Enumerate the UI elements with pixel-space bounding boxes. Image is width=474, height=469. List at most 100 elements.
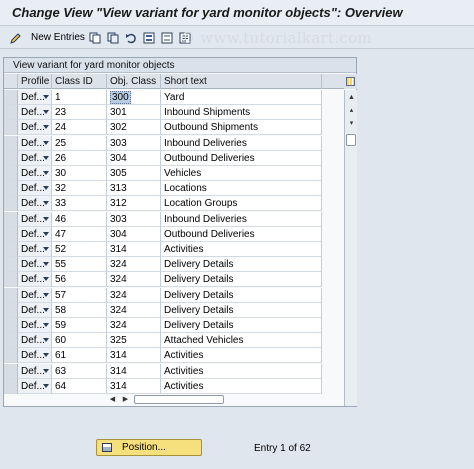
short-text-cell[interactable]: Delivery Details	[161, 302, 322, 318]
short-text-cell[interactable]: Inbound Deliveries	[161, 211, 322, 227]
row-selector[interactable]	[4, 90, 18, 105]
obj-class-cell[interactable]: 303	[107, 211, 161, 227]
edit-icon[interactable]	[9, 31, 23, 44]
row-selector[interactable]	[4, 226, 18, 242]
undo-icon[interactable]	[124, 31, 138, 44]
short-text-cell[interactable]: Inbound Deliveries	[161, 135, 322, 151]
class-id-cell[interactable]: 58	[52, 302, 107, 318]
column-header-short-text[interactable]: Short text	[161, 74, 322, 89]
profile-dropdown[interactable]: Def...	[18, 378, 52, 394]
class-id-cell[interactable]: 26	[52, 150, 107, 166]
table-row[interactable]: Def... 57 324 Delivery Details	[4, 287, 344, 303]
class-id-cell[interactable]: 23	[52, 105, 107, 121]
class-id-cell[interactable]: 25	[52, 135, 107, 151]
class-id-cell[interactable]: 1	[52, 90, 107, 105]
profile-dropdown[interactable]: Def...	[18, 318, 52, 333]
table-settings-icon[interactable]	[344, 74, 357, 89]
obj-class-cell[interactable]: 324	[107, 287, 161, 303]
scroll-right-icon[interactable]: ▶	[121, 394, 130, 405]
profile-dropdown[interactable]: Def...	[18, 287, 52, 303]
obj-class-cell[interactable]: 303	[107, 135, 161, 151]
short-text-cell[interactable]: Delivery Details	[161, 272, 322, 288]
profile-dropdown[interactable]: Def...	[18, 120, 52, 136]
profile-dropdown[interactable]: Def...	[18, 302, 52, 318]
column-header-obj-class[interactable]: Obj. Class	[107, 74, 161, 89]
class-id-cell[interactable]: 56	[52, 272, 107, 288]
row-selector[interactable]	[4, 150, 18, 166]
class-id-cell[interactable]: 32	[52, 181, 107, 197]
scroll-left-icon[interactable]: ◀	[108, 394, 117, 405]
class-id-cell[interactable]: 63	[52, 363, 107, 379]
profile-dropdown[interactable]: Def...	[18, 257, 52, 273]
table-row[interactable]: Def... 30 305 Vehicles	[4, 166, 344, 181]
row-selector[interactable]	[4, 211, 18, 227]
dropdown-arrow-icon[interactable]	[43, 155, 49, 160]
obj-class-cell[interactable]: 324	[107, 302, 161, 318]
short-text-cell[interactable]: Delivery Details	[161, 287, 322, 303]
obj-class-cell[interactable]: 304	[107, 150, 161, 166]
copy-as-icon[interactable]	[106, 31, 120, 44]
class-id-cell[interactable]: 61	[52, 348, 107, 364]
row-selector[interactable]	[4, 196, 18, 212]
row-selector[interactable]	[4, 348, 18, 364]
vertical-scrollbar[interactable]: ▲ ▴ ▾	[344, 90, 357, 406]
profile-dropdown[interactable]: Def...	[18, 226, 52, 242]
copy-icon[interactable]	[88, 31, 102, 44]
profile-dropdown[interactable]: Def...	[18, 333, 52, 349]
table-row[interactable]: Def... 55 324 Delivery Details	[4, 257, 344, 273]
row-selector[interactable]	[4, 120, 18, 136]
dropdown-arrow-icon[interactable]	[43, 186, 49, 191]
dropdown-arrow-icon[interactable]	[43, 368, 49, 373]
obj-class-cell[interactable]: 325	[107, 333, 161, 349]
dropdown-arrow-icon[interactable]	[43, 140, 49, 145]
obj-class-cell[interactable]: 314	[107, 378, 161, 394]
scroll-top-icon[interactable]: ▲	[347, 93, 356, 103]
table-row[interactable]: Def... 33 312 Location Groups	[4, 196, 344, 212]
row-selector[interactable]	[4, 166, 18, 181]
profile-dropdown[interactable]: Def...	[18, 166, 52, 181]
short-text-cell[interactable]: Outbound Shipments	[161, 120, 322, 136]
dropdown-arrow-icon[interactable]	[43, 247, 49, 251]
table-row[interactable]: Def... 58 324 Delivery Details	[4, 302, 344, 318]
table-row[interactable]: Def... 59 324 Delivery Details	[4, 318, 344, 333]
profile-dropdown[interactable]: Def...	[18, 90, 52, 105]
row-selector[interactable]	[4, 181, 18, 197]
profile-dropdown[interactable]: Def...	[18, 242, 52, 257]
short-text-cell[interactable]: Activities	[161, 348, 322, 364]
profile-dropdown[interactable]: Def...	[18, 196, 52, 212]
short-text-cell[interactable]: Inbound Shipments	[161, 105, 322, 121]
profile-dropdown[interactable]: Def...	[18, 105, 52, 121]
row-selector[interactable]	[4, 135, 18, 151]
dropdown-arrow-icon[interactable]	[43, 110, 49, 115]
dropdown-arrow-icon[interactable]	[43, 292, 49, 297]
horizontal-scrollbar[interactable]: ◀ ▶	[108, 394, 344, 405]
class-id-cell[interactable]: 24	[52, 120, 107, 136]
obj-class-cell[interactable]: 314	[107, 348, 161, 364]
obj-class-cell[interactable]: 305	[107, 166, 161, 181]
short-text-cell[interactable]: Activities	[161, 242, 322, 257]
table-row[interactable]: Def... 26 304 Outbound Deliveries	[4, 150, 344, 166]
horizontal-scroll-thumb[interactable]	[134, 395, 224, 404]
dropdown-arrow-icon[interactable]	[43, 95, 49, 99]
column-header-class-id[interactable]: Class ID	[52, 74, 107, 89]
dropdown-arrow-icon[interactable]	[43, 353, 49, 358]
dropdown-arrow-icon[interactable]	[43, 383, 49, 388]
short-text-cell[interactable]: Outbound Deliveries	[161, 226, 322, 242]
class-id-cell[interactable]: 47	[52, 226, 107, 242]
dropdown-arrow-icon[interactable]	[43, 171, 49, 175]
table-row[interactable]: Def... 63 314 Activities	[4, 363, 344, 379]
row-selector[interactable]	[4, 302, 18, 318]
scroll-down-icon[interactable]: ▾	[347, 119, 356, 129]
class-id-cell[interactable]: 64	[52, 378, 107, 394]
short-text-cell[interactable]: Outbound Deliveries	[161, 150, 322, 166]
obj-class-cell[interactable]: 304	[107, 226, 161, 242]
table-row[interactable]: Def... 60 325 Attached Vehicles	[4, 333, 344, 349]
obj-class-cell[interactable]: 313	[107, 181, 161, 197]
deselect-icon[interactable]	[160, 31, 174, 44]
profile-dropdown[interactable]: Def...	[18, 211, 52, 227]
row-selector[interactable]	[4, 257, 18, 273]
profile-dropdown[interactable]: Def...	[18, 135, 52, 151]
short-text-cell[interactable]: Locations	[161, 181, 322, 197]
obj-class-cell[interactable]: 324	[107, 318, 161, 333]
obj-class-cell[interactable]: 300	[107, 90, 161, 105]
